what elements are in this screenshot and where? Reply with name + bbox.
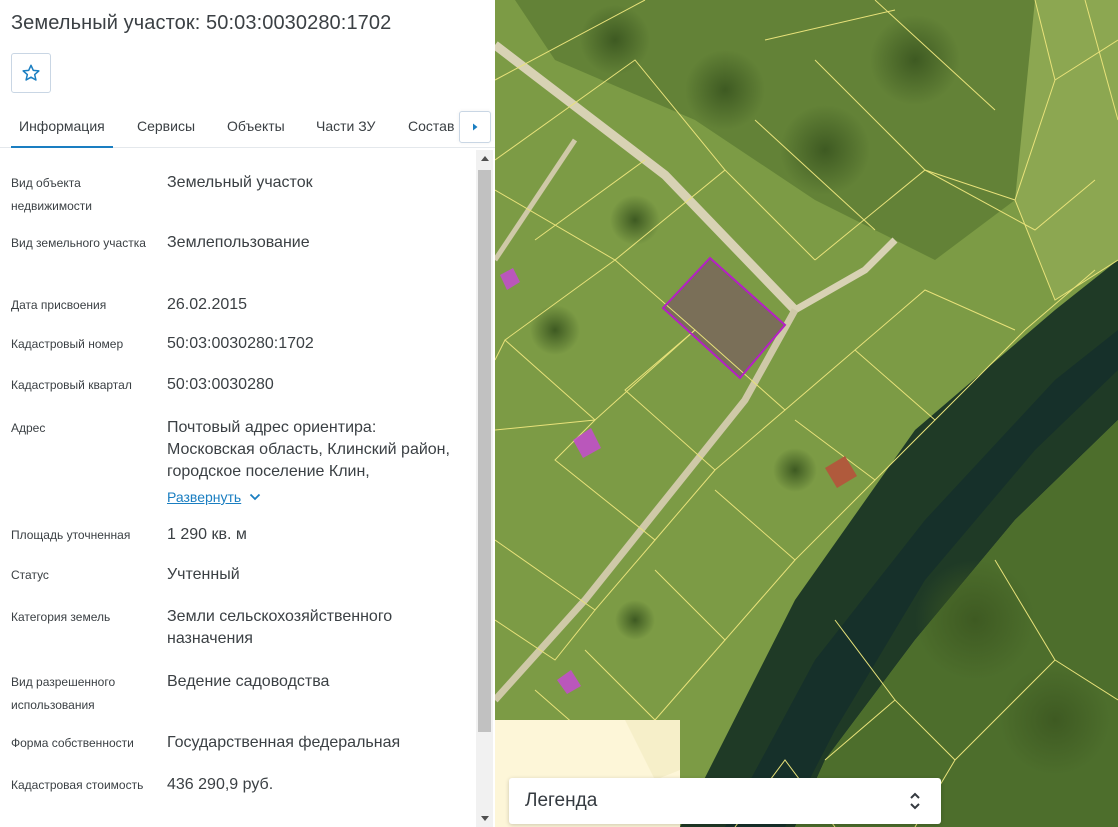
favorite-button[interactable] [11,53,51,93]
expand-label: Развернуть [167,489,242,505]
tabs-scroll-right-button[interactable] [459,111,491,143]
legend-label: Легенда [525,790,598,811]
info-value: Учтенный [167,566,240,583]
triangle-up-icon [480,156,489,161]
info-value: Ведение садоводства [167,673,330,690]
info-label: Категория земель [11,610,111,624]
info-value: 50:03:0030280:1702 [167,335,314,352]
tab-parts[interactable]: Части ЗУ [316,104,375,148]
info-value: Земельный участок [167,174,313,191]
info-label: Кадастровый квартал [11,378,132,392]
info-scrollbar[interactable] [476,150,493,827]
info-value: Государственная федеральная [167,734,401,751]
info-label: Форма собственности [11,736,134,750]
tab-services[interactable]: Сервисы [137,104,195,148]
info-label: Кадастровый номер [11,337,124,351]
address-text: Почтовый адрес ориентира: Московская обл… [167,419,450,480]
info-value: 26.02.2015 [167,296,248,313]
info-value: Земли сельскохозяйственного назначения [167,608,393,647]
tab-objects[interactable]: Объекты [227,104,285,148]
map-view[interactable] [495,0,1118,827]
tab-info[interactable]: Информация [11,104,113,148]
info-label: Вид земельного участка [11,236,146,250]
info-label: Вид разрешенного использования [11,675,116,712]
info-value: Землепользование [167,234,310,251]
star-icon [22,64,40,81]
info-list: Вид объекта недвижимости Земельный участ… [0,150,476,827]
info-label: Площадь уточненная [11,528,131,542]
chevron-up-down-icon [910,792,920,810]
chevron-down-icon [250,493,261,501]
tab-bar: Информация Сервисы Объекты Части ЗУ Сост… [0,104,495,148]
info-label: Статус [11,568,49,582]
chevron-right-icon [473,123,478,131]
expand-address-link[interactable]: Развернуть [167,486,261,508]
page-title: Земельный участок: 50:03:0030280:1702 [11,12,392,34]
info-value: 436 290,9 руб. [167,776,274,793]
info-value: 50:03:0030280 [167,376,274,393]
legend-toggle[interactable]: Легенда [509,778,941,824]
info-value: 1 290 кв. м [167,526,247,543]
info-label: Адрес [11,421,46,435]
satellite-map[interactable] [495,0,1118,827]
info-value-address: Почтовый адрес ориентира: Московская обл… [167,417,457,509]
scroll-up-button[interactable] [476,150,493,167]
tab-composition[interactable]: Состав [408,104,454,148]
info-label: Дата присвоения [11,298,107,312]
triangle-down-icon [480,816,489,821]
info-label: Кадастровая стоимость [11,778,144,792]
scroll-down-button[interactable] [476,810,493,827]
info-panel: Земельный участок: 50:03:0030280:1702 Ин… [0,0,495,827]
info-label: Вид объекта недвижимости [11,176,92,213]
scroll-thumb[interactable] [478,170,491,732]
